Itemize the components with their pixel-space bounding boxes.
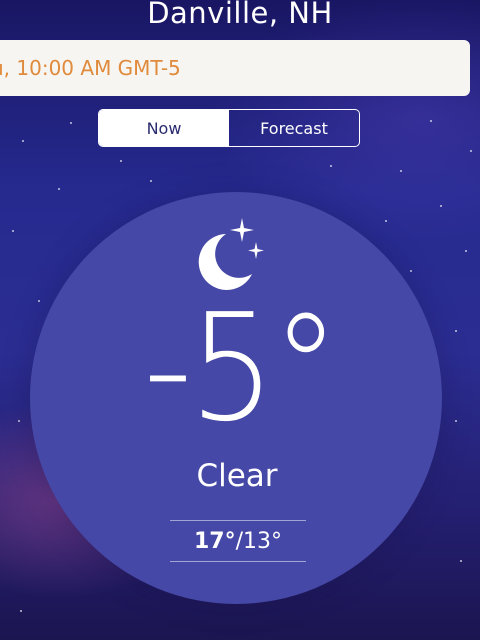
high-temperature: 17° xyxy=(193,528,236,554)
temperature-value: -5° xyxy=(143,282,340,454)
local-time-bar: u, 10:00 AM GMT-5 xyxy=(0,40,470,96)
city-name: Danville, NH xyxy=(147,0,333,30)
condition-label: Clear xyxy=(196,458,278,494)
tab-forecast[interactable]: Forecast xyxy=(229,110,359,146)
high-low-separator: / xyxy=(235,528,244,554)
tab-now[interactable]: Now xyxy=(99,110,229,146)
temperature: -5° xyxy=(0,288,480,448)
local-time-text: u, 10:00 AM GMT-5 xyxy=(0,56,181,80)
view-toggle: Now Forecast xyxy=(98,109,360,147)
high-low-temperature: 17° / 13° xyxy=(170,520,306,562)
low-temperature: 13° xyxy=(243,528,283,554)
